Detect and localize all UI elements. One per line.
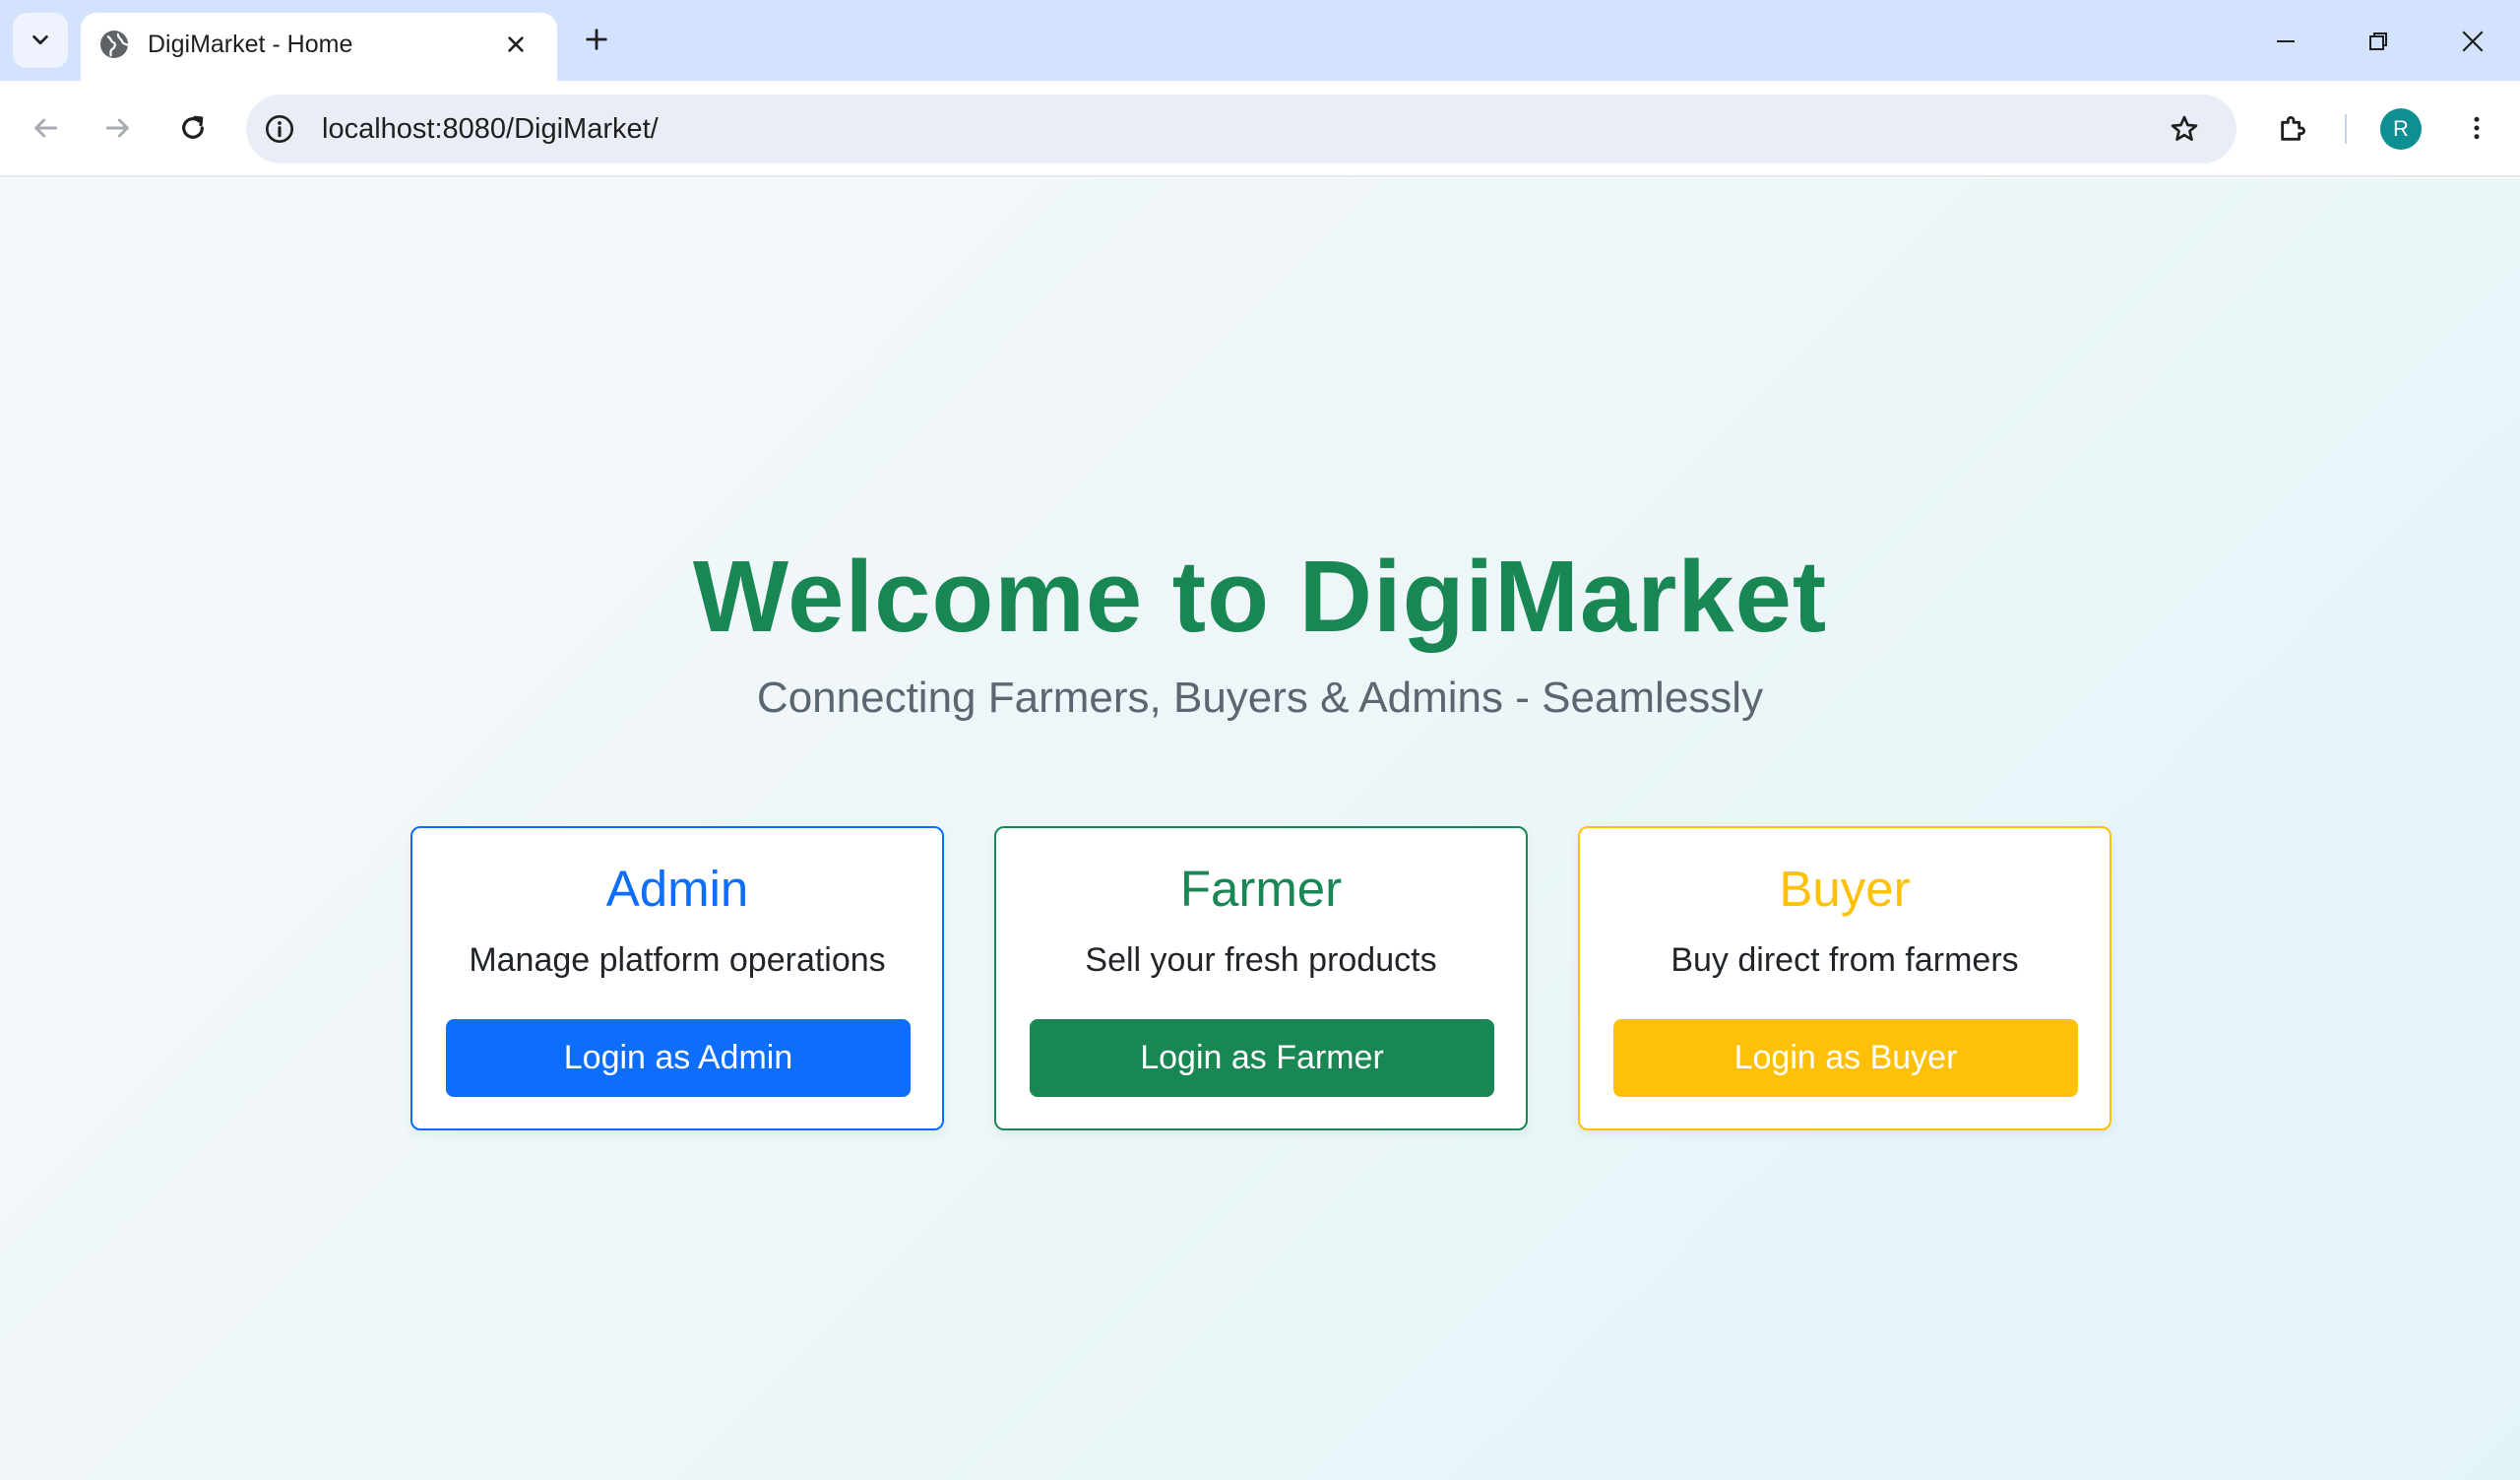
- buyer-card-title: Buyer: [1779, 861, 1911, 917]
- bookmark-button[interactable]: [2166, 110, 2203, 148]
- info-icon: [266, 115, 293, 143]
- tab-search-button[interactable]: [13, 13, 68, 68]
- restore-icon: [2369, 32, 2387, 50]
- farmer-card-description: Sell your fresh products: [1085, 941, 1437, 979]
- arrow-left-icon: [34, 118, 58, 138]
- admin-card-title: Admin: [605, 861, 749, 917]
- reload-icon: [182, 115, 204, 139]
- buyer-card: Buyer Buy direct from farmers Login as B…: [1578, 826, 2111, 1130]
- close-icon: [2462, 31, 2484, 52]
- puzzle-icon: [2281, 116, 2305, 141]
- arrow-right-icon: [105, 118, 129, 138]
- admin-card-description: Manage platform operations: [469, 941, 886, 979]
- extensions-button[interactable]: [2270, 104, 2317, 152]
- page-title: Welcome to DigiMarket: [692, 540, 1828, 653]
- tab-active[interactable]: DigiMarket - Home: [81, 13, 557, 81]
- new-tab-button[interactable]: [577, 20, 616, 59]
- globe-icon: [100, 31, 129, 58]
- admin-card: Admin Manage platform operations Login a…: [410, 826, 944, 1130]
- plus-icon: [586, 29, 607, 50]
- buyer-card-description: Buy direct from farmers: [1670, 941, 2019, 979]
- restore-button[interactable]: [2355, 18, 2402, 65]
- site-info-button[interactable]: [262, 111, 297, 147]
- toolbar-divider: [2345, 114, 2347, 144]
- tab-close-button[interactable]: [498, 27, 534, 62]
- page-subtitle: Connecting Farmers, Buyers & Admins - Se…: [756, 674, 1764, 722]
- reload-button[interactable]: [169, 104, 217, 152]
- profile-avatar[interactable]: R: [2380, 108, 2422, 150]
- login-buyer-button[interactable]: Login as Buyer: [1613, 1019, 2078, 1097]
- forward-button[interactable]: [94, 104, 142, 152]
- kebab-icon: [2474, 116, 2480, 140]
- back-button[interactable]: [22, 104, 69, 152]
- minimize-icon: [2277, 40, 2295, 42]
- browser-tabstrip: DigiMarket - Home: [0, 0, 2520, 81]
- url-text[interactable]: localhost:8080/DigiMarket/: [322, 111, 659, 147]
- close-icon: [508, 36, 524, 52]
- close-window-button[interactable]: [2449, 18, 2496, 65]
- chevron-down-icon: [32, 34, 48, 45]
- farmer-card: Farmer Sell your fresh products Login as…: [994, 826, 1528, 1130]
- browser-toolbar: localhost:8080/DigiMarket/ R: [0, 81, 2520, 177]
- page-content: Welcome to DigiMarket Connecting Farmers…: [0, 178, 2520, 1480]
- minimize-button[interactable]: [2262, 18, 2309, 65]
- star-icon: [2171, 115, 2198, 141]
- farmer-card-title: Farmer: [1179, 861, 1343, 917]
- login-farmer-button[interactable]: Login as Farmer: [1030, 1019, 1494, 1097]
- tab-title: DigiMarket - Home: [148, 31, 353, 58]
- browser-menu-button[interactable]: [2453, 104, 2500, 152]
- login-admin-button[interactable]: Login as Admin: [446, 1019, 911, 1097]
- address-bar[interactable]: localhost:8080/DigiMarket/: [246, 95, 2236, 163]
